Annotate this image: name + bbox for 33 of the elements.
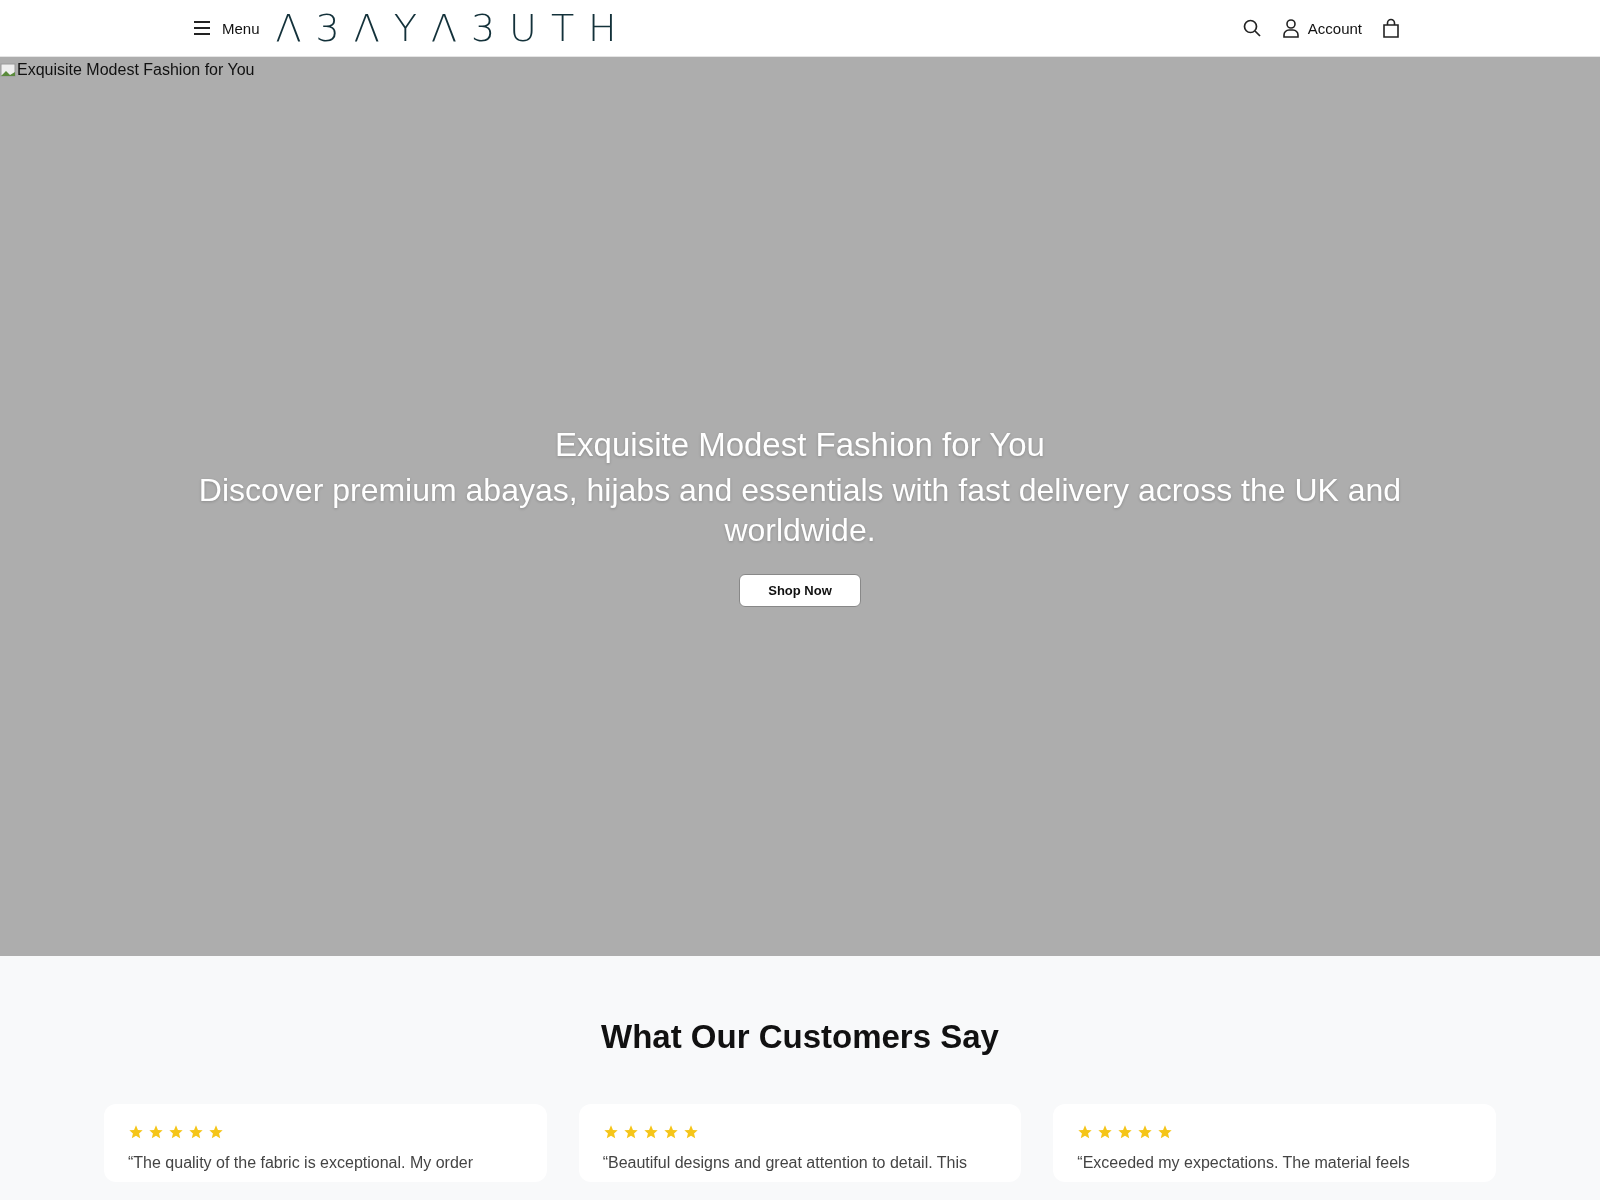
account-link[interactable]: Account xyxy=(1281,18,1362,38)
star-icon xyxy=(128,1124,144,1140)
hero-subtitle: Discover premium abayas, hijabs and essentials with fast delivery across the UK and worldwide. xyxy=(197,471,1403,550)
testimonial-quote: “Exceeded my expectations. The material feels xyxy=(1077,1154,1411,1172)
star-icon xyxy=(642,1124,659,1140)
image-alt-text: Exquisite Modest Fashion for You xyxy=(17,61,255,79)
shop-now-button[interactable]: Shop Now xyxy=(739,574,861,607)
brand-logo[interactable]: Λ3ΛYΛ3UTH xyxy=(275,9,631,47)
star-icon xyxy=(1117,1124,1134,1140)
person-icon xyxy=(1281,18,1300,38)
search-button[interactable] xyxy=(1241,18,1262,38)
star-icon xyxy=(1157,1124,1174,1140)
shopping-bag-icon xyxy=(1382,18,1400,38)
star-icon xyxy=(148,1124,164,1140)
star-icon xyxy=(188,1124,204,1140)
star-icon xyxy=(168,1124,184,1140)
hero-title: Exquisite Modest Fashion for You xyxy=(554,426,1046,464)
star-icon xyxy=(1097,1124,1114,1140)
section-heading: What Our Customers Say xyxy=(600,1018,1000,1056)
star-icon xyxy=(1137,1124,1154,1140)
menu-icon xyxy=(192,20,212,36)
menu-button[interactable]: Menu xyxy=(192,19,260,37)
star-icon xyxy=(682,1124,699,1140)
star-icon xyxy=(622,1124,639,1140)
star-icon xyxy=(602,1124,619,1140)
search-icon xyxy=(1241,18,1262,38)
testimonial-quote: “Beautiful designs and great attention to detail. This xyxy=(602,1154,969,1172)
star-icon xyxy=(208,1124,224,1140)
star-icon xyxy=(1077,1124,1094,1140)
cart-button[interactable] xyxy=(1382,18,1400,38)
broken-image-icon xyxy=(0,62,16,78)
testimonial-quote: “The quality of the fabric is exceptional. My order xyxy=(128,1154,475,1172)
star-icon xyxy=(662,1124,679,1140)
